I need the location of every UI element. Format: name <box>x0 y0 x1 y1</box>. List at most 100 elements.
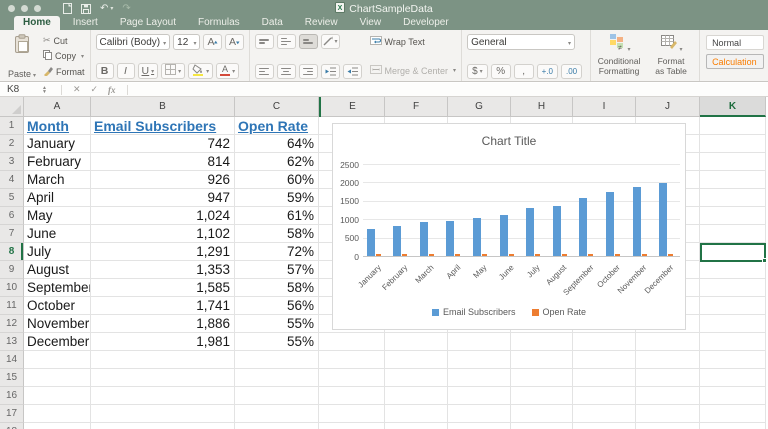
bold-button[interactable]: B <box>96 63 114 79</box>
tab-home[interactable]: Home <box>14 16 60 30</box>
cell-B2[interactable]: 742 <box>91 135 235 153</box>
number-format-select[interactable]: General <box>467 34 575 50</box>
cancel-icon[interactable]: ✕ <box>73 84 81 95</box>
insert-function-button[interactable]: fx <box>108 85 116 95</box>
cell-C13[interactable]: 55% <box>235 333 319 351</box>
align-bottom-button[interactable] <box>299 34 318 49</box>
chart-bar-email-subscribers[interactable] <box>500 215 508 256</box>
cell-E17[interactable] <box>321 405 385 423</box>
cell-G17[interactable] <box>448 405 511 423</box>
row-header-4[interactable]: 4 <box>0 171 24 189</box>
chart-bar-open-rate[interactable] <box>615 254 620 256</box>
cell-K9[interactable] <box>700 261 766 279</box>
cell-C5[interactable]: 59% <box>235 189 319 207</box>
increase-decimal-button[interactable]: +.0 <box>537 64 558 79</box>
cell-G15[interactable] <box>448 369 511 387</box>
undo-dropdown-icon[interactable]: ▾ <box>110 5 113 12</box>
cell-K2[interactable] <box>700 135 766 153</box>
chart-legend[interactable]: Email SubscribersOpen Rate <box>333 307 685 317</box>
cell-C14[interactable] <box>235 351 319 369</box>
column-header-e[interactable]: E <box>321 97 385 117</box>
cell-K1[interactable] <box>700 117 766 135</box>
cell-A7[interactable]: June <box>24 225 91 243</box>
cell-H18[interactable] <box>511 423 573 429</box>
cell-B5[interactable]: 947 <box>91 189 235 207</box>
wrap-text-button[interactable]: Wrap Text <box>370 36 457 47</box>
align-middle-button[interactable] <box>277 34 296 49</box>
cell-style-normal[interactable]: Normal <box>706 35 764 50</box>
tab-page-layout[interactable]: Page Layout <box>111 16 185 30</box>
cell-C6[interactable]: 61% <box>235 207 319 225</box>
cell-E13[interactable] <box>321 333 385 351</box>
cell-C10[interactable]: 58% <box>235 279 319 297</box>
fill-handle[interactable] <box>762 258 767 263</box>
undo-button[interactable]: ↶ <box>100 4 108 14</box>
minimize-window-button[interactable] <box>21 5 28 12</box>
cell-H13[interactable] <box>511 333 573 351</box>
cell-C16[interactable] <box>235 387 319 405</box>
cell-J18[interactable] <box>636 423 700 429</box>
row-header-14[interactable]: 14 <box>0 351 24 369</box>
increase-indent-button[interactable] <box>343 64 362 79</box>
chart-bar-email-subscribers[interactable] <box>659 183 667 256</box>
cell-F16[interactable] <box>385 387 448 405</box>
cell-I17[interactable] <box>573 405 636 423</box>
borders-button[interactable] <box>161 63 185 79</box>
cell-A14[interactable] <box>24 351 91 369</box>
cell-A10[interactable]: September <box>24 279 91 297</box>
cell-E14[interactable] <box>321 351 385 369</box>
cell-A18[interactable] <box>24 423 91 429</box>
cell-G16[interactable] <box>448 387 511 405</box>
cell-C1[interactable]: Open Rate <box>235 117 319 135</box>
cell-A4[interactable]: March <box>24 171 91 189</box>
cell-B12[interactable]: 1,886 <box>91 315 235 333</box>
decrease-indent-button[interactable] <box>321 64 340 79</box>
cell-B3[interactable]: 814 <box>91 153 235 171</box>
cell-I16[interactable] <box>573 387 636 405</box>
row-header-15[interactable]: 15 <box>0 369 24 387</box>
chart-bar-open-rate[interactable] <box>588 254 593 256</box>
cell-B1[interactable]: Email Subscribers <box>91 117 235 135</box>
cell-C11[interactable]: 56% <box>235 297 319 315</box>
column-header-g[interactable]: G <box>448 97 511 117</box>
cell-C9[interactable]: 57% <box>235 261 319 279</box>
tab-insert[interactable]: Insert <box>64 16 107 30</box>
row-header-13[interactable]: 13 <box>0 333 24 351</box>
chart-bar-open-rate[interactable] <box>482 254 487 256</box>
cell-B6[interactable]: 1,024 <box>91 207 235 225</box>
save-icon[interactable] <box>81 4 91 14</box>
select-all-corner[interactable] <box>0 97 24 117</box>
cell-C7[interactable]: 58% <box>235 225 319 243</box>
row-header-2[interactable]: 2 <box>0 135 24 153</box>
cell-J15[interactable] <box>636 369 700 387</box>
cell-F17[interactable] <box>385 405 448 423</box>
cell-F14[interactable] <box>385 351 448 369</box>
tab-review[interactable]: Review <box>296 16 347 30</box>
chart-bar-email-subscribers[interactable] <box>526 208 534 256</box>
name-box[interactable]: K8 <box>0 84 42 95</box>
chart-bar-open-rate[interactable] <box>455 254 460 256</box>
cell-C3[interactable]: 62% <box>235 153 319 171</box>
row-header-17[interactable]: 17 <box>0 405 24 423</box>
row-header-6[interactable]: 6 <box>0 207 24 225</box>
cell-A6[interactable]: May <box>24 207 91 225</box>
cell-C2[interactable]: 64% <box>235 135 319 153</box>
chart-bar-open-rate[interactable] <box>642 254 647 256</box>
cell-C17[interactable] <box>235 405 319 423</box>
cell-A8[interactable]: July <box>24 243 91 261</box>
chart-bar-open-rate[interactable] <box>535 254 540 256</box>
new-workbook-icon[interactable] <box>63 3 72 14</box>
row-header-8[interactable]: 8 <box>0 243 24 261</box>
cell-A1[interactable]: Month <box>24 117 91 135</box>
cell-F13[interactable] <box>385 333 448 351</box>
redo-button[interactable]: ↷ <box>122 4 130 14</box>
cell-A5[interactable]: April <box>24 189 91 207</box>
format-painter-button[interactable]: Format <box>43 66 85 78</box>
cell-J16[interactable] <box>636 387 700 405</box>
cell-A16[interactable] <box>24 387 91 405</box>
chart-bar-open-rate[interactable] <box>376 254 381 256</box>
cell-B8[interactable]: 1,291 <box>91 243 235 261</box>
cell-H17[interactable] <box>511 405 573 423</box>
row-header-9[interactable]: 9 <box>0 261 24 279</box>
cell-E16[interactable] <box>321 387 385 405</box>
